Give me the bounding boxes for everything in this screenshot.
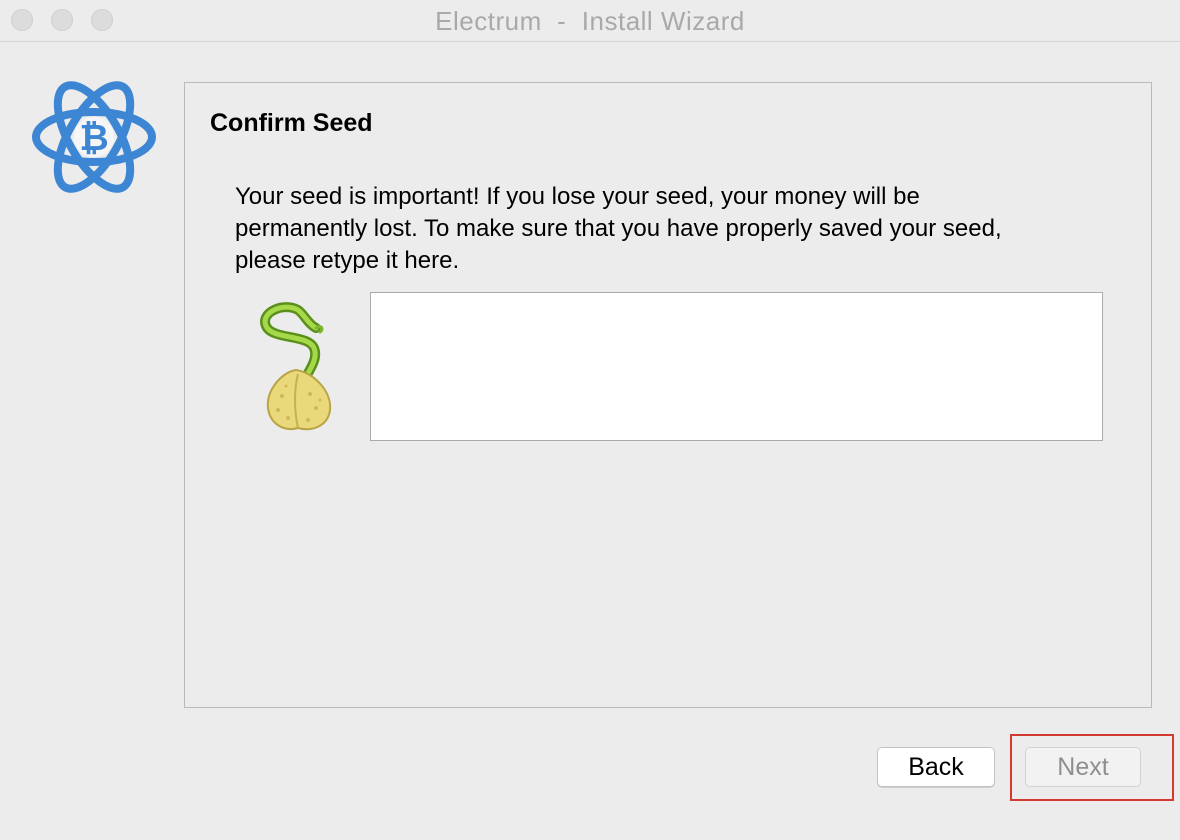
electrum-logo-icon: ₿ [32, 81, 156, 193]
back-button[interactable]: Back [877, 747, 995, 787]
title-bar: Electrum - Install Wizard [0, 0, 1180, 42]
seed-icon [260, 302, 332, 431]
seed-input[interactable] [370, 292, 1103, 441]
window-title: Electrum - Install Wizard [435, 6, 745, 36]
seed-warning-message: Your seed is important! If you lose your… [235, 183, 1002, 274]
next-button[interactable]: Next [1025, 747, 1141, 787]
page-title: Confirm Seed [210, 109, 373, 137]
svg-text:₿: ₿ [79, 118, 108, 159]
